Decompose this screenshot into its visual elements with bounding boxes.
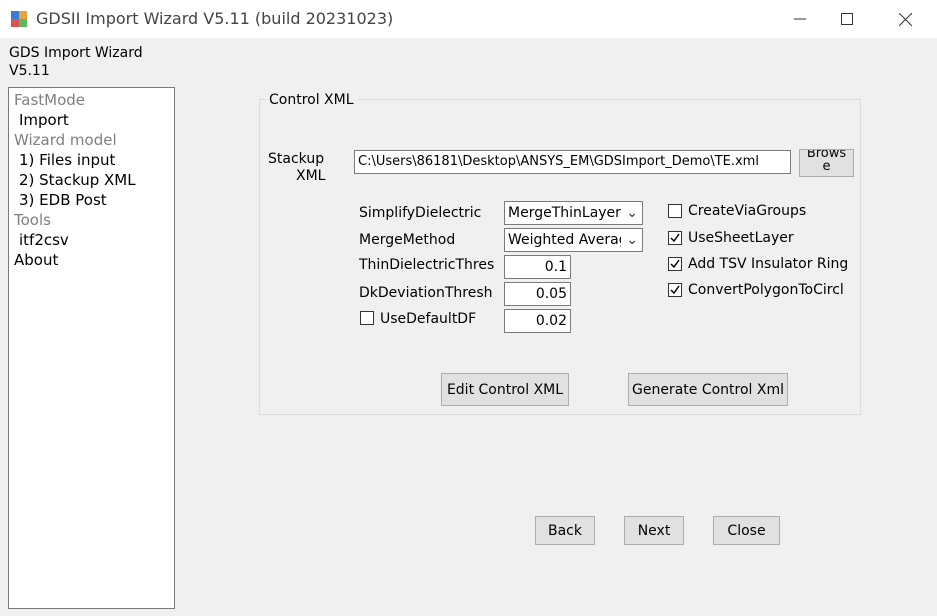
convert-polygon-label: ConvertPolygonToCircl bbox=[688, 282, 844, 298]
sidebar-item-files-input[interactable]: 1) Files input bbox=[19, 151, 115, 169]
create-via-groups-label: CreateViaGroups bbox=[688, 203, 807, 219]
thin-dielectric-label: ThinDielectricThres bbox=[359, 257, 495, 273]
use-sheet-layer-checkbox[interactable] bbox=[668, 231, 682, 245]
maximize-icon bbox=[841, 13, 853, 25]
window-title: GDSII Import Wizard V5.11 (build 2023102… bbox=[36, 9, 394, 28]
sidebar-group-fastmode[interactable]: FastMode bbox=[14, 91, 85, 109]
dk-deviation-input[interactable]: 0.05 bbox=[504, 282, 571, 306]
stackup-label-line2: XML bbox=[296, 168, 326, 184]
checkmark-icon bbox=[670, 285, 680, 295]
maximize-button[interactable] bbox=[824, 0, 870, 38]
simplify-dielectric-value: MergeThinLayer bbox=[508, 205, 621, 221]
sidebar-group-wizard-model[interactable]: Wizard model bbox=[14, 131, 117, 149]
stackup-label-line1: Stackup bbox=[268, 151, 325, 167]
close-button[interactable]: Close bbox=[713, 516, 780, 545]
checkmark-icon bbox=[670, 259, 680, 269]
create-via-groups-checkbox[interactable] bbox=[668, 204, 682, 218]
use-default-df-label: UseDefaultDF bbox=[380, 311, 477, 327]
sidebar-item-stackup-xml[interactable]: 2) Stackup XML bbox=[19, 171, 136, 189]
wizard-heading: GDS Import Wizard V5.11 bbox=[9, 44, 143, 80]
minimize-button[interactable] bbox=[777, 0, 823, 38]
checkmark-icon bbox=[670, 233, 680, 243]
generate-control-xml-button[interactable]: Generate Control Xml bbox=[628, 373, 788, 406]
next-button[interactable]: Next bbox=[624, 516, 684, 545]
title-bar: GDSII Import Wizard V5.11 (build 2023102… bbox=[0, 0, 937, 38]
merge-method-label: MergeMethod bbox=[359, 232, 456, 248]
browse-label-line2: e bbox=[822, 159, 831, 174]
dk-deviation-label: DkDeviationThresh bbox=[359, 285, 493, 301]
use-default-df-input[interactable]: 0.02 bbox=[504, 309, 571, 333]
heading-title: GDS Import Wizard bbox=[9, 45, 143, 61]
simplify-dielectric-select[interactable]: MergeThinLayer ⌄ bbox=[504, 201, 643, 225]
convert-polygon-checkbox[interactable] bbox=[668, 283, 682, 297]
minimize-icon bbox=[794, 18, 806, 20]
sidebar-group-tools[interactable]: Tools bbox=[14, 211, 51, 229]
browse-button[interactable]: Brows e bbox=[799, 149, 854, 177]
use-sheet-layer-label: UseSheetLayer bbox=[688, 230, 794, 246]
use-default-df-checkbox[interactable] bbox=[360, 311, 374, 325]
merge-method-select[interactable]: Weighted Average ⌄ bbox=[504, 228, 643, 252]
thin-dielectric-input[interactable]: 0.1 bbox=[504, 255, 571, 279]
back-button[interactable]: Back bbox=[535, 516, 595, 545]
chevron-down-icon: ⌄ bbox=[626, 232, 638, 248]
sidebar-item-itf2csv[interactable]: itf2csv bbox=[19, 231, 69, 249]
add-tsv-insulator-ring-checkbox[interactable] bbox=[668, 257, 682, 271]
add-tsv-insulator-ring-label: Add TSV Insulator Ring bbox=[688, 256, 849, 272]
close-window-button[interactable] bbox=[882, 0, 928, 38]
stackup-xml-path-input[interactable]: C:\Users\86181\Desktop\ANSYS_EM\GDSImpor… bbox=[354, 150, 791, 174]
control-xml-title: Control XML bbox=[265, 92, 358, 108]
sidebar-item-edb-post[interactable]: 3) EDB Post bbox=[19, 191, 107, 209]
sidebar-tree[interactable]: FastMode Import Wizard model 1) Files in… bbox=[8, 87, 175, 609]
app-icon bbox=[11, 11, 27, 27]
heading-version: V5.11 bbox=[9, 63, 50, 79]
chevron-down-icon: ⌄ bbox=[626, 205, 638, 221]
close-icon bbox=[898, 12, 912, 26]
sidebar-item-import[interactable]: Import bbox=[19, 111, 69, 129]
sidebar-item-about[interactable]: About bbox=[14, 251, 58, 269]
simplify-dielectric-label: SimplifyDielectric bbox=[359, 205, 482, 221]
merge-method-value: Weighted Average bbox=[508, 232, 621, 248]
edit-control-xml-button[interactable]: Edit Control XML bbox=[441, 373, 569, 406]
